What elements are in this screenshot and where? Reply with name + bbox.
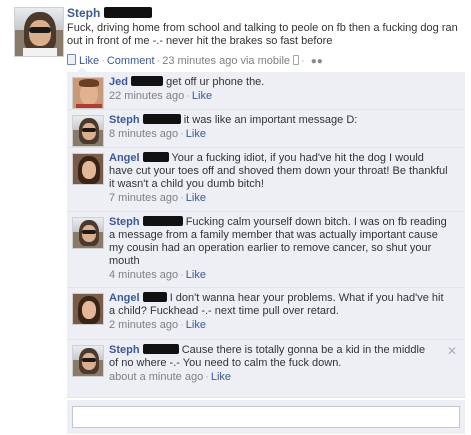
post-timestamp[interactable]: 23 minutes ago via mobile: [162, 55, 290, 67]
comment-item: Jed get off ur phone the. 22 minutes ago…: [67, 72, 465, 110]
post-author-name[interactable]: Steph: [67, 6, 100, 20]
redacted-surname: [104, 7, 153, 18]
comment-author[interactable]: Steph: [109, 114, 140, 126]
news-feed-story: Steph Fuck, driving home from school and…: [0, 0, 471, 435]
commenter-avatar[interactable]: [72, 115, 104, 147]
comment-like-link[interactable]: Like: [186, 128, 206, 140]
post-message: Fuck, driving home from school and talki…: [67, 22, 458, 47]
comment-author[interactable]: Angel: [109, 292, 140, 304]
comment-item: Angel Your a fucking idiot, if you had'v…: [67, 148, 465, 212]
commenter-avatar[interactable]: [72, 293, 104, 325]
mobile-phone-icon: [293, 55, 300, 65]
comment-author[interactable]: Jed: [109, 76, 128, 88]
poster-avatar[interactable]: [14, 7, 64, 57]
comment-like-link[interactable]: Like: [186, 192, 206, 204]
write-comment-box: [67, 400, 465, 434]
comment-like-link[interactable]: Like: [186, 319, 206, 331]
comment-timestamp[interactable]: 22 minutes ago: [109, 90, 184, 102]
thumbs-up-icon: [67, 54, 76, 65]
remove-comment-icon[interactable]: ✕: [447, 345, 457, 357]
redacted-surname: [142, 344, 179, 354]
comment-item: Steph Cause there is totally gonna be a …: [67, 340, 465, 398]
commenter-avatar[interactable]: [72, 345, 104, 377]
commenter-avatar[interactable]: [72, 153, 104, 185]
comment-timestamp[interactable]: 2 minutes ago: [109, 319, 178, 331]
comment-like-link[interactable]: Like: [192, 90, 212, 102]
comment-author[interactable]: Steph: [109, 216, 140, 228]
friends-icon[interactable]: ●●: [311, 56, 323, 67]
comment-like-link[interactable]: Like: [186, 269, 206, 281]
redacted-surname: [142, 114, 181, 124]
comment-author[interactable]: Angel: [109, 152, 140, 164]
commenter-avatar[interactable]: [72, 217, 104, 249]
redacted-surname: [142, 152, 169, 162]
commenter-avatar[interactable]: [72, 77, 104, 109]
comment-item: Steph it was like an important message D…: [67, 110, 465, 148]
comment-item: Steph Fucking calm yourself down bitch. …: [67, 212, 465, 288]
comment-text: get off ur phone the.: [166, 76, 265, 88]
comment-input[interactable]: [72, 406, 460, 428]
comment-timestamp[interactable]: about a minute ago: [109, 371, 203, 383]
redacted-surname: [142, 292, 167, 302]
comment-link[interactable]: Comment: [107, 55, 155, 67]
comment-timestamp[interactable]: 4 minutes ago: [109, 269, 178, 281]
redacted-surname: [142, 216, 183, 226]
comment-timestamp[interactable]: 8 minutes ago: [109, 128, 178, 140]
comment-item: Angel I don't wanna hear your problems. …: [67, 288, 465, 340]
comment-author[interactable]: Steph: [109, 344, 140, 356]
comment-timestamp[interactable]: 7 minutes ago: [109, 192, 178, 204]
post-actions: Like · Comment · 23 minutes ago via mobile · ●…: [67, 54, 323, 67]
like-link[interactable]: Like: [79, 55, 99, 67]
post-author[interactable]: Steph: [67, 6, 153, 20]
comment-like-link[interactable]: Like: [211, 371, 231, 383]
comment-text: it was like an important message D:: [183, 114, 358, 126]
redacted-surname: [131, 76, 164, 86]
